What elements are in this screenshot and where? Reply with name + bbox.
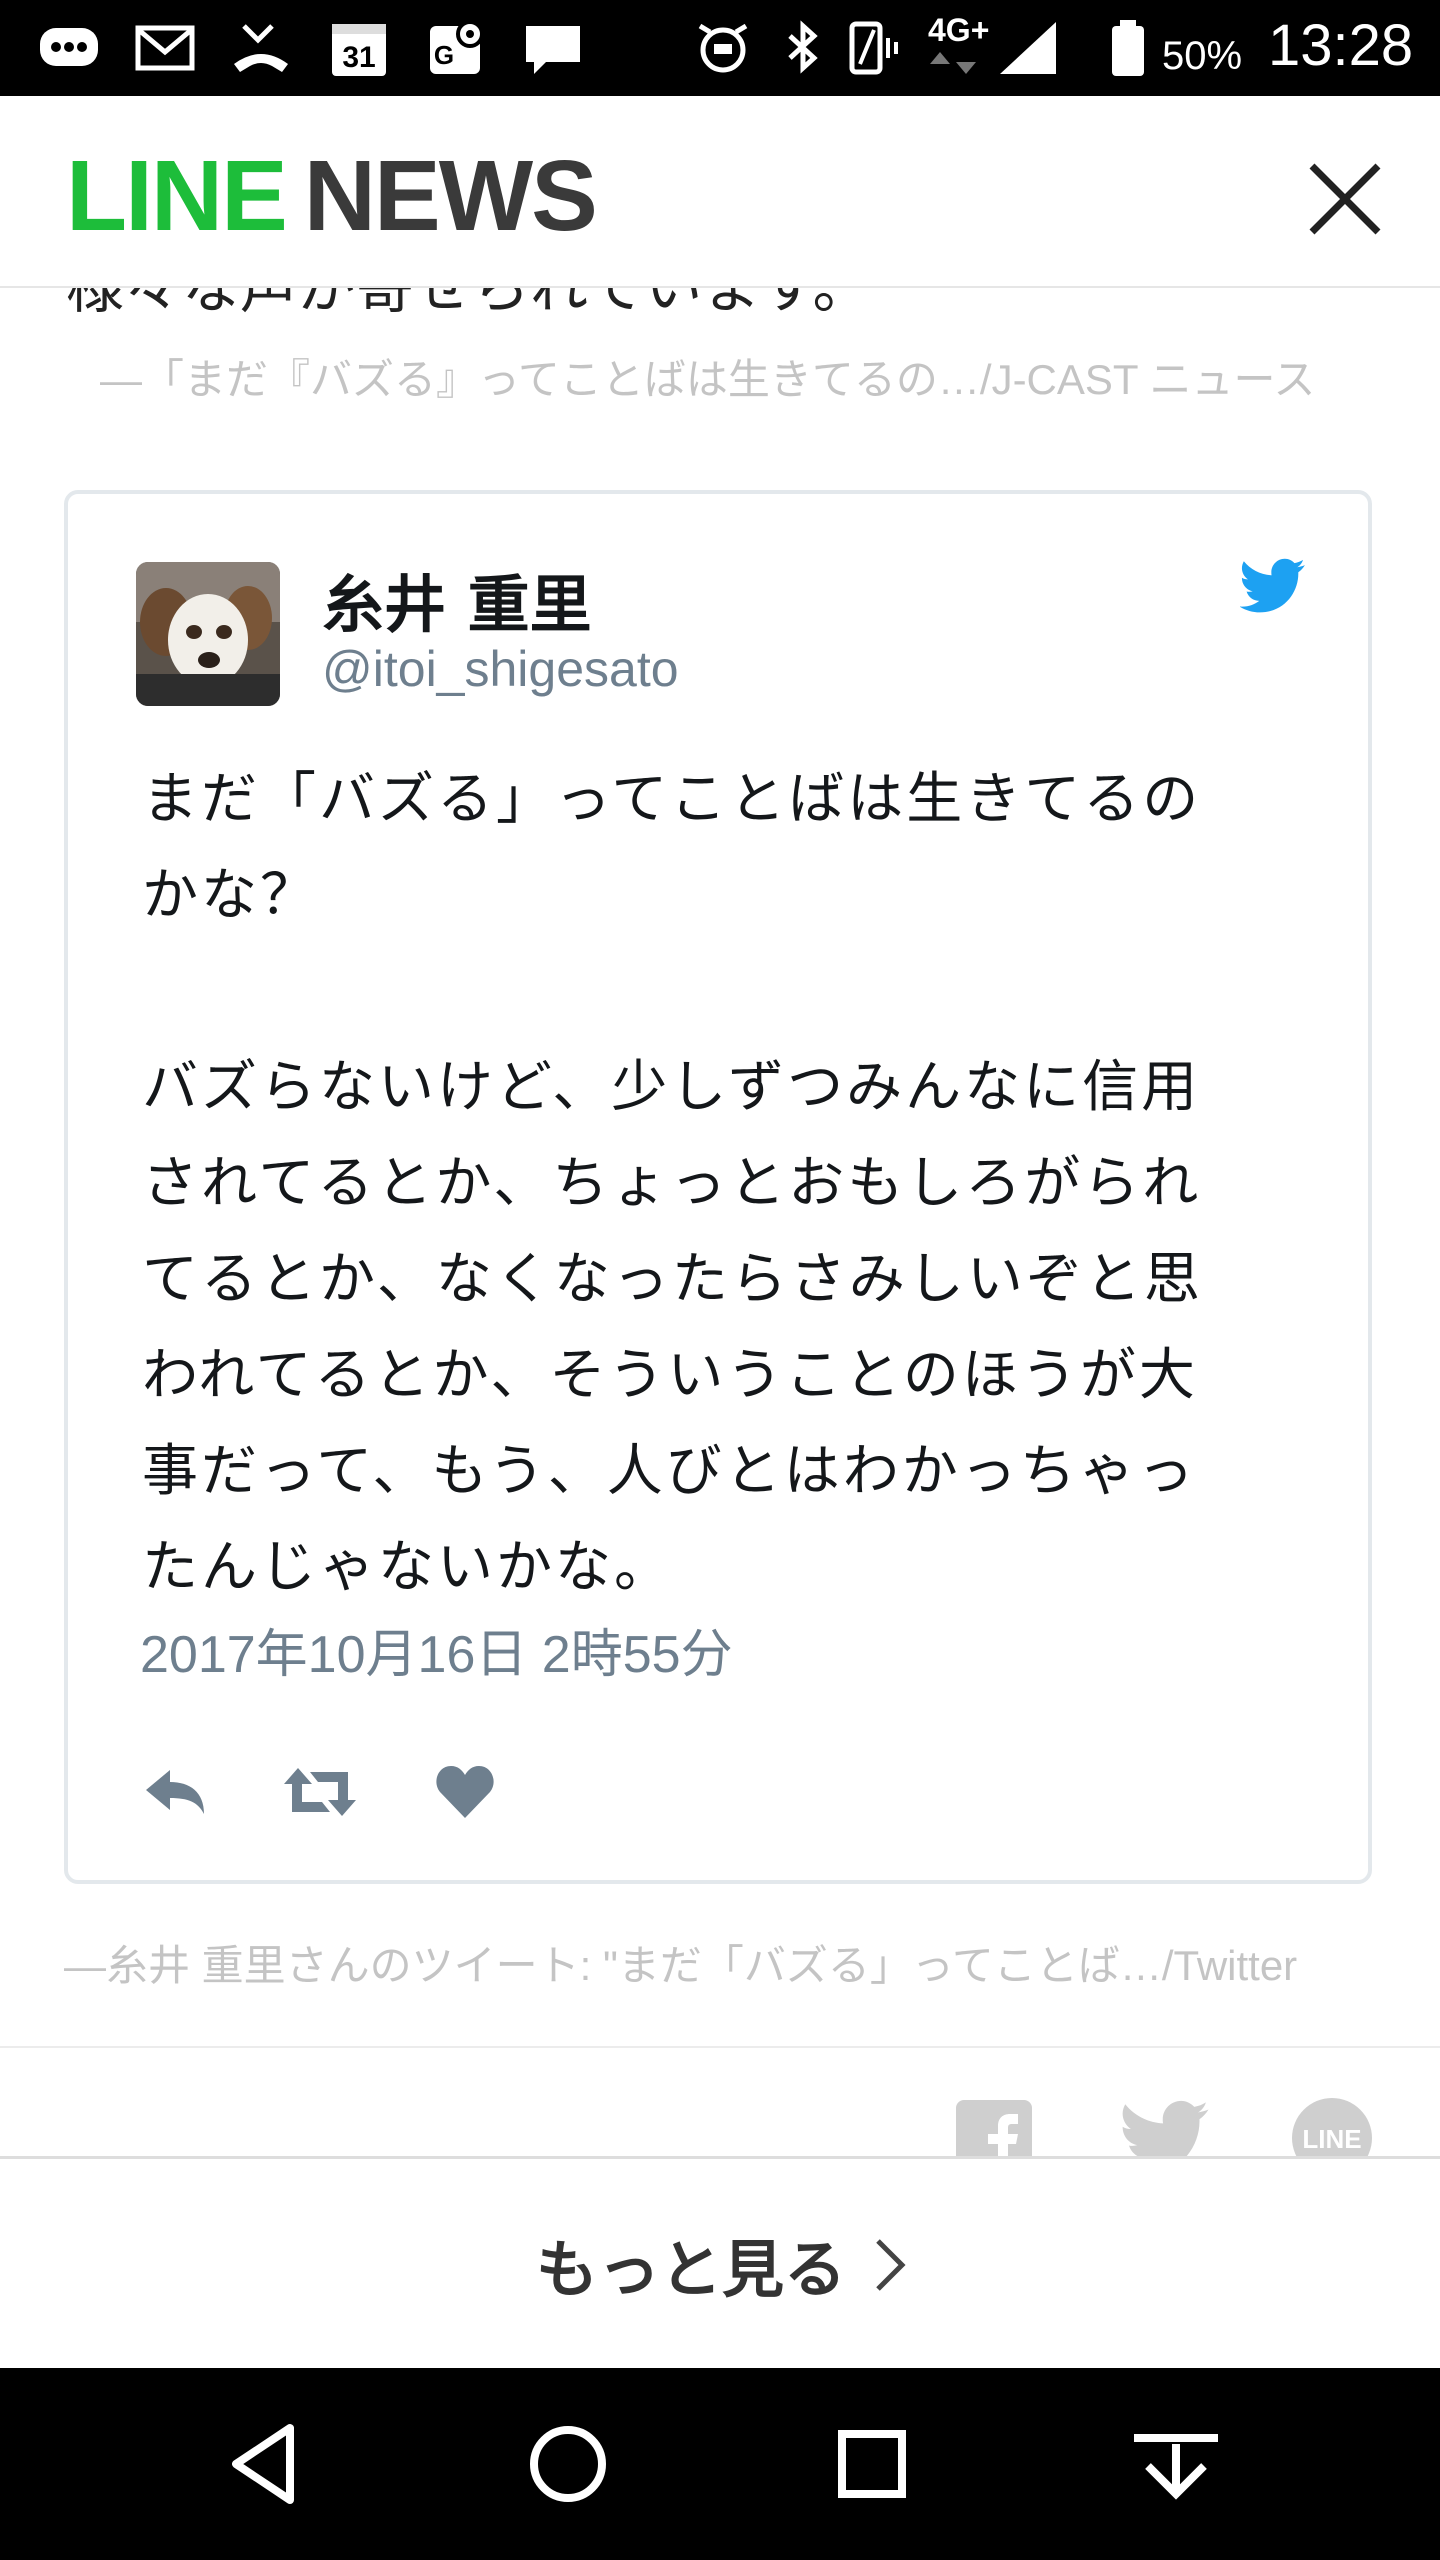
twitter-share-icon[interactable]	[1120, 2096, 1210, 2156]
gmail-icon	[135, 25, 195, 71]
calendar-day: 31	[342, 41, 375, 74]
more-label: もっと見る	[536, 2233, 847, 2306]
bluetooth-icon	[788, 20, 818, 74]
dog-photo	[136, 562, 280, 706]
missed-call-icon	[234, 24, 288, 72]
svg-text:G: G	[434, 40, 454, 70]
divider	[0, 2046, 1440, 2048]
tweet-source-link[interactable]: —糸井 重里さんのツイート: "まだ「バズる」ってことば…/Twitter	[64, 1932, 1297, 1993]
network-type: 4G+	[928, 12, 990, 48]
home-icon[interactable]	[518, 2414, 618, 2514]
tweet-text: まだ「バズる」ってことばは生きてるの かな？ バズらないけど、少しずつみんなに信…	[142, 767, 1203, 1600]
tweet-author-handle[interactable]: @itoi_shigesato	[322, 640, 679, 698]
quote-source-link[interactable]: —「まだ『バズる』ってことばは生きてるの…/J-CAST ニュース	[100, 346, 1315, 407]
vibrate-icon	[849, 21, 898, 75]
facebook-icon[interactable]	[952, 2096, 1036, 2156]
signal-icon	[1000, 22, 1056, 74]
data-arrows-icon	[930, 52, 976, 74]
avatar[interactable]	[136, 562, 280, 706]
chat-icon	[526, 26, 580, 74]
back-icon[interactable]	[214, 2414, 314, 2514]
tweet-date[interactable]: 2017年10月16日 2時55分	[140, 1612, 733, 1687]
recents-icon[interactable]	[822, 2414, 922, 2514]
like-icon[interactable]	[434, 1762, 496, 1822]
tweet-author-name[interactable]: 糸井 重里	[322, 554, 592, 644]
article-paragraph: 様々な声が寄せられています。	[66, 286, 871, 321]
more-button[interactable]: もっと見る	[0, 2156, 1440, 2368]
download-icon[interactable]	[1126, 2414, 1226, 2514]
line-icon-label: LINE	[1302, 2124, 1361, 2154]
app-header: LINE NEWS	[0, 96, 1440, 288]
retweet-icon[interactable]	[282, 1762, 358, 1822]
embedded-tweet[interactable]: 糸井 重里 @itoi_shigesato まだ「バズる」ってことばは生きてるの…	[64, 490, 1372, 1884]
alarm-icon	[698, 23, 748, 73]
line-icon[interactable]: LINE	[1290, 2096, 1374, 2156]
message-bubble-icon	[40, 28, 98, 66]
chevron-right-icon	[876, 2239, 906, 2291]
clock: 13:28	[1268, 13, 1414, 78]
logo-line-text: LINE	[66, 140, 288, 252]
calendar-icon: 31	[332, 24, 386, 76]
maps-icon: G	[430, 20, 484, 74]
logo-news-text: NEWS	[303, 140, 598, 252]
status-bar: 31 G 4G+ 50% 13:28	[0, 0, 1440, 96]
battery-icon	[1112, 20, 1144, 76]
system-nav-bar	[0, 2368, 1440, 2560]
twitter-icon[interactable]	[1240, 558, 1306, 614]
battery-percent: 50%	[1162, 34, 1243, 78]
line-news-logo: LINE NEWS	[66, 146, 598, 246]
reply-icon[interactable]	[142, 1762, 208, 1822]
close-icon[interactable]	[1300, 154, 1390, 244]
article-content: 様々な声が寄せられています。 —「まだ『バズる』ってことばは生きてるの…/J-C…	[0, 286, 1440, 2156]
